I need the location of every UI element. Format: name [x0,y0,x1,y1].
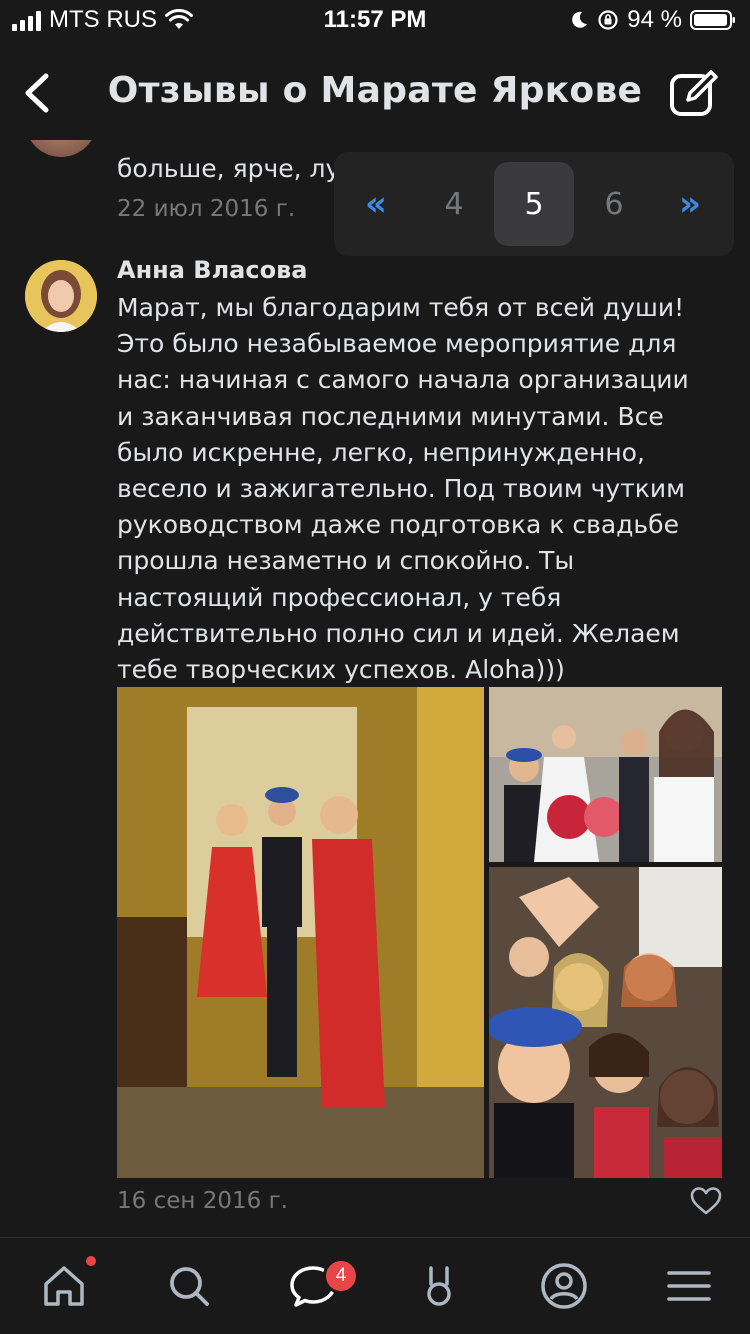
photo-grid [117,687,722,1178]
previous-review-date: 22 июл 2016 г. [117,196,296,222]
moon-icon [572,11,588,28]
profile-icon [541,1263,587,1309]
page-title: Отзывы о Марате Яркове [107,70,643,111]
battery-icon [690,10,735,30]
tab-menu[interactable] [659,1258,719,1314]
tab-profile[interactable] [534,1258,594,1314]
heart-icon [690,1187,722,1215]
menu-icon [667,1271,711,1301]
services-icon [427,1266,451,1306]
photo-2[interactable] [489,687,722,862]
pagination-page-4[interactable]: 4 [414,162,494,246]
search-icon [170,1267,209,1306]
rotation-lock-icon [598,10,618,30]
nav-header: Отзывы о Марате Яркове [0,50,750,140]
review-text: Марат, мы благодарим тебя от всей души! … [117,293,689,685]
photo-main[interactable] [117,687,484,1178]
avatar-photo [25,260,97,332]
double-chevron-left-icon: « [365,184,387,224]
pagination-page-5[interactable]: 5 [494,162,574,246]
edit-icon [670,70,718,116]
tab-home[interactable] [34,1258,94,1314]
tab-services[interactable] [409,1258,469,1314]
status-right: 94 % [569,6,736,34]
pagination-prev-button[interactable]: « [336,162,416,246]
messages-badge: 4 [323,1258,359,1294]
double-chevron-right-icon: » [679,184,701,224]
pagination-next-button[interactable]: » [650,162,730,246]
page-number: 6 [604,186,624,222]
edit-button[interactable] [668,68,720,120]
tab-search[interactable] [159,1258,219,1314]
status-bar: MTS RUS 11:57 PM 94 % [0,0,750,40]
review-author[interactable]: Анна Власова [117,256,307,284]
notification-dot [86,1256,96,1266]
pagination-page-6[interactable]: 6 [574,162,654,246]
photo-3[interactable] [489,867,722,1178]
review-date: 16 сен 2016 г. [117,1188,288,1214]
page-number: 4 [444,186,464,222]
like-button[interactable] [690,1186,722,1216]
tab-bar: 4 [0,1237,750,1334]
previous-review-text: больше, ярче, лу [117,154,341,183]
home-icon [44,1266,84,1306]
pagination: « 4 5 6 » [334,152,734,256]
page-number: 5 [524,186,544,222]
battery-label: 94 % [627,6,682,33]
avatar[interactable] [25,260,97,332]
avatar[interactable] [25,140,97,157]
